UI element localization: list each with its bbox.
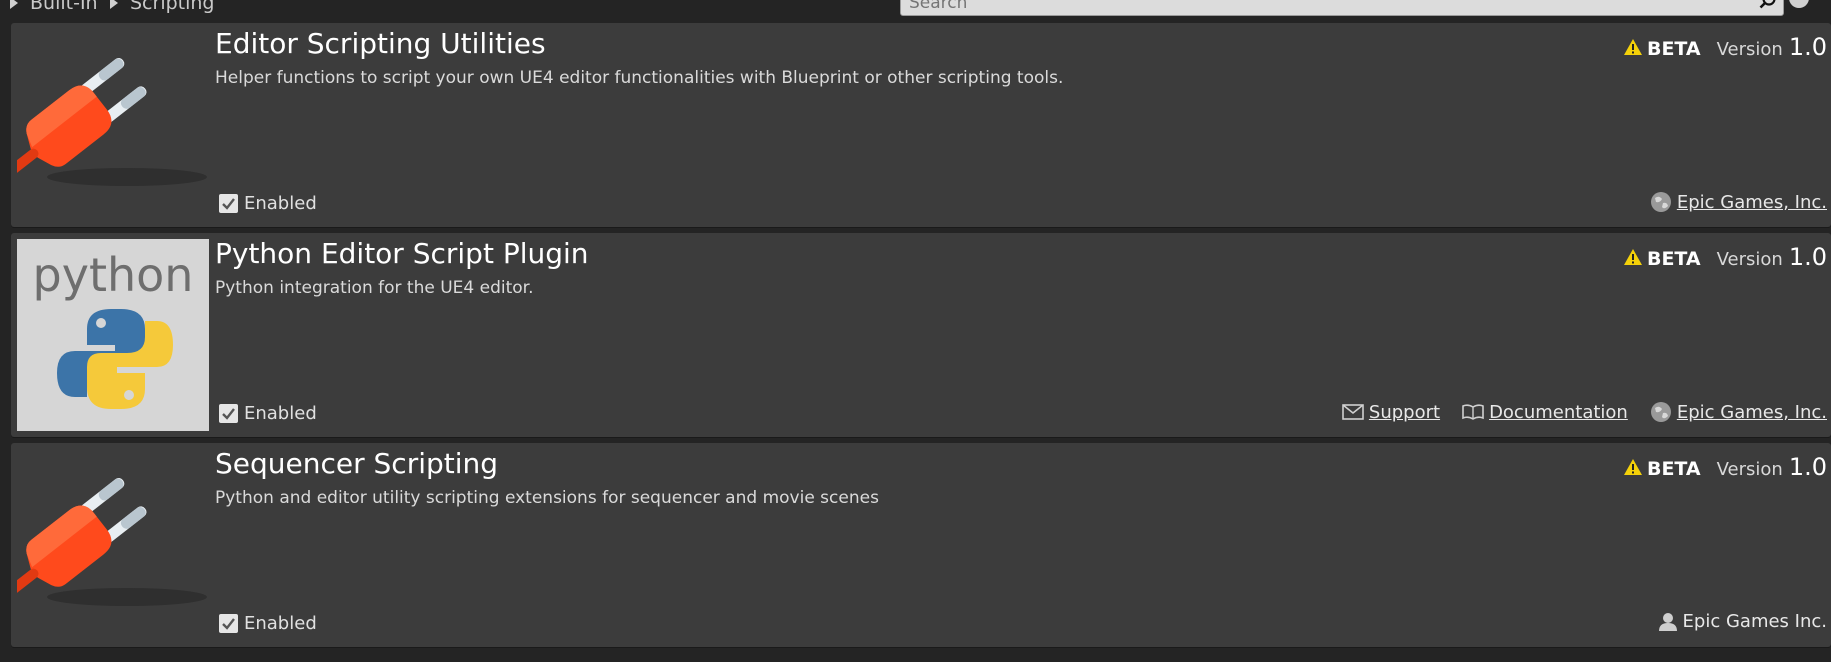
version-label: Version (1716, 39, 1783, 60)
globe-icon (1650, 402, 1671, 422)
plugin-card[interactable]: Sequencer Scripting Python and editor ut… (0, 443, 1831, 647)
plug-icon (0, 477, 207, 612)
version-number: 1.0 (1788, 453, 1827, 481)
breadcrumb-label: Scripting (130, 0, 215, 14)
enabled-label: Enabled (244, 613, 317, 634)
plugin-links: Support Documentation Epic Games, Inc. (1320, 401, 1827, 423)
author-link[interactable]: Epic Games, Inc. (1650, 191, 1827, 213)
plugin-title: Sequencer Scripting (215, 447, 499, 480)
plugin-thumbnail (0, 449, 209, 641)
book-icon (1462, 404, 1484, 420)
search-icon[interactable] (1759, 0, 1777, 10)
enabled-label: Enabled (244, 403, 317, 424)
version-number: 1.0 (1788, 33, 1827, 61)
enabled-checkbox[interactable]: Enabled (219, 613, 317, 634)
beta-badge: BETA (1646, 248, 1701, 270)
plugin-thumbnail: python (17, 239, 209, 431)
checkbox-checked-icon[interactable] (219, 404, 238, 423)
documentation-label: Documentation (1489, 401, 1628, 423)
plugin-links: Epic Games, Inc. (1628, 191, 1827, 213)
breadcrumb-arrow-icon (110, 0, 118, 9)
plugin-description: Helper functions to script your own UE4 … (215, 68, 1064, 88)
warning-icon (1623, 39, 1642, 55)
enabled-checkbox[interactable]: Enabled (219, 193, 317, 214)
plugin-links: Epic Games Inc. (1636, 611, 1827, 632)
documentation-link[interactable]: Documentation (1462, 402, 1628, 423)
breadcrumb-item-built-in[interactable]: Built-In (10, 0, 98, 14)
enabled-checkbox[interactable]: Enabled (219, 403, 317, 424)
plugin-version-info: BETA Version 1.0 (1623, 243, 1827, 271)
search-input[interactable] (907, 0, 1741, 14)
plugin-description: Python and editor utility scripting exte… (215, 488, 879, 508)
author-info: Epic Games Inc. (1658, 611, 1827, 632)
view-options-icon[interactable] (1787, 0, 1817, 10)
beta-badge: BETA (1646, 38, 1701, 60)
plugin-version-info: BETA Version 1.0 (1623, 33, 1827, 61)
plugin-title: Editor Scripting Utilities (215, 27, 546, 60)
plugin-thumbnail (0, 29, 209, 221)
checkbox-checked-icon[interactable] (219, 194, 238, 213)
support-label: Support (1368, 401, 1441, 423)
python-logo: python (33, 248, 194, 409)
warning-icon (1623, 249, 1642, 265)
author-name: Epic Games Inc. (1682, 611, 1827, 632)
beta-badge: BETA (1646, 458, 1701, 480)
support-link[interactable]: Support (1342, 402, 1440, 423)
search-box (900, 0, 1784, 16)
breadcrumb-arrow-icon (10, 0, 18, 9)
top-bar: Built-In Scripting (0, 0, 1831, 20)
enabled-label: Enabled (244, 193, 317, 214)
version-label: Version (1716, 459, 1783, 480)
warning-icon (1623, 459, 1642, 475)
version-number: 1.0 (1788, 243, 1827, 271)
author-name: Epic Games, Inc. (1676, 191, 1827, 213)
breadcrumb-item-scripting[interactable]: Scripting (110, 0, 215, 14)
breadcrumb-label: Built-In (30, 0, 98, 14)
plugin-card[interactable]: Editor Scripting Utilities Helper functi… (0, 23, 1831, 227)
envelope-icon (1342, 404, 1364, 420)
author-name: Epic Games, Inc. (1676, 401, 1827, 423)
plugin-title: Python Editor Script Plugin (215, 237, 589, 270)
python-logo-text: python (33, 248, 194, 302)
globe-icon (1650, 192, 1671, 212)
user-icon (1658, 612, 1677, 631)
checkbox-checked-icon[interactable] (219, 614, 238, 633)
plugin-card[interactable]: python Python Editor Script Plugin Pytho… (11, 233, 1831, 437)
version-label: Version (1716, 249, 1783, 270)
plugin-description: Python integration for the UE4 editor. (215, 278, 534, 298)
author-link[interactable]: Epic Games, Inc. (1650, 401, 1827, 423)
plug-icon (0, 57, 207, 192)
plugin-version-info: BETA Version 1.0 (1623, 453, 1827, 481)
